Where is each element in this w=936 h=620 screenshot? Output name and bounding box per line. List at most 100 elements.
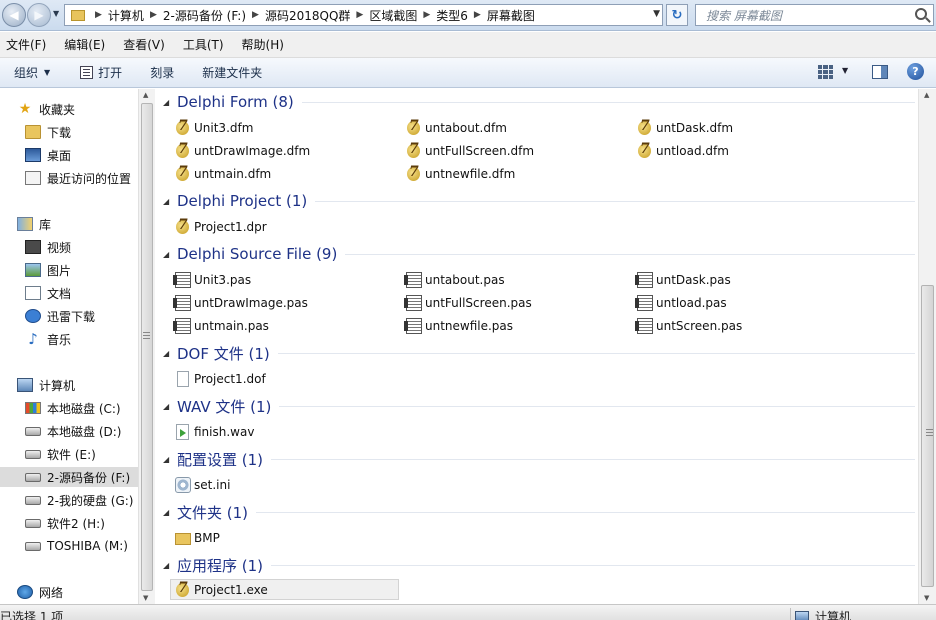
sidebar-item-drive-d[interactable]: 本地磁盘 (D:)	[0, 421, 138, 441]
search-input[interactable]: 搜索 屏幕截图	[695, 4, 934, 26]
file-item[interactable]: untDask.dfm	[633, 117, 733, 138]
file-item[interactable]: untnewfile.pas	[402, 315, 513, 336]
breadcrumb-item[interactable]: 2-源码备份 (F:)	[163, 7, 246, 24]
scrollbar-thumb[interactable]	[921, 285, 934, 587]
change-view-icon[interactable]	[818, 65, 833, 79]
sidebar-item-music[interactable]: ♪ 音乐	[0, 329, 138, 349]
breadcrumb-item[interactable]: 类型6	[436, 7, 468, 24]
open-button[interactable]: 打开	[80, 64, 122, 81]
breadcrumb-item[interactable]: 屏幕截图	[487, 7, 535, 24]
sidebar-item-downloads[interactable]: 下载	[0, 122, 138, 142]
sidebar-favorites[interactable]: ★ 收藏夹	[0, 99, 138, 119]
sidebar-item-pictures[interactable]: 图片	[0, 260, 138, 280]
file-list-scrollbar[interactable]: ▲ ▼	[918, 89, 936, 604]
chevron-right-icon[interactable]: ▶	[474, 10, 481, 20]
address-dropdown-icon[interactable]: ▼	[653, 9, 660, 19]
file-item[interactable]: Project1.dof	[171, 368, 266, 389]
file-item[interactable]: untmain.pas	[171, 315, 269, 336]
group-header[interactable]: ◢ 配置设置 (1)	[155, 447, 915, 471]
sidebar-item-drive-h[interactable]: 软件2 (H:)	[0, 513, 138, 533]
sidebar-item-drive-f[interactable]: 2-源码备份 (F:)	[0, 467, 138, 487]
chevron-right-icon[interactable]: ▶	[150, 10, 157, 20]
scroll-down-icon[interactable]: ▼	[143, 594, 148, 602]
group-header[interactable]: ◢ Delphi Form (8)	[155, 90, 915, 114]
breadcrumb-item[interactable]: 区域截图	[369, 7, 417, 24]
chevron-right-icon[interactable]: ▶	[252, 10, 259, 20]
scroll-up-icon[interactable]: ▲	[924, 91, 929, 99]
file-item[interactable]: finish.wav	[171, 421, 254, 442]
sidebar-item-drive-c[interactable]: 本地磁盘 (C:)	[0, 398, 138, 418]
address-bar[interactable]: ▶ 计算机 ▶ 2-源码备份 (F:) ▶ 源码2018QQ群 ▶ 区域截图 ▶ 类型6…	[64, 4, 663, 26]
collapse-icon[interactable]: ◢	[163, 98, 171, 107]
forward-button[interactable]: ▶	[27, 3, 51, 27]
group-header[interactable]: ◢ 文件夹 (1)	[155, 500, 915, 524]
scroll-up-icon[interactable]: ▲	[143, 91, 148, 99]
file-item[interactable]: untload.dfm	[633, 140, 729, 161]
group-header[interactable]: ◢ Delphi Project (1)	[155, 189, 915, 213]
file-item[interactable]: BMP	[171, 527, 220, 548]
menu-edit[interactable]: 编辑(E)	[64, 36, 105, 53]
menu-file[interactable]: 文件(F)	[6, 36, 46, 53]
collapse-icon[interactable]: ◢	[163, 508, 171, 517]
view-options-dropdown-icon[interactable]: ▼	[842, 66, 848, 75]
file-item[interactable]: Unit3.dfm	[171, 117, 253, 138]
group-header[interactable]: ◢ Delphi Source File (9)	[155, 242, 915, 266]
refresh-button[interactable]: ↻	[666, 4, 688, 26]
new-folder-button[interactable]: 新建文件夹	[202, 64, 262, 81]
file-item[interactable]: untnewfile.dfm	[402, 163, 515, 184]
file-item[interactable]: Project1.dpr	[171, 216, 267, 237]
collapse-icon[interactable]: ◢	[163, 455, 171, 464]
file-item[interactable]: untabout.pas	[402, 269, 505, 290]
group-header[interactable]: ◢ WAV 文件 (1)	[155, 394, 915, 418]
scrollbar-thumb[interactable]	[141, 103, 153, 591]
sidebar-item-documents[interactable]: 文档	[0, 283, 138, 303]
sidebar-item-drive-e[interactable]: 软件 (E:)	[0, 444, 138, 464]
sidebar-network[interactable]: 网络	[0, 582, 138, 602]
file-item[interactable]: Unit3.pas	[171, 269, 251, 290]
collapse-icon[interactable]: ◢	[163, 197, 171, 206]
group-header[interactable]: ◢ DOF 文件 (1)	[155, 341, 915, 365]
sidebar-computer[interactable]: 计算机	[0, 375, 138, 395]
sidebar-item-drive-m[interactable]: TOSHIBA (M:)	[0, 536, 138, 556]
file-item[interactable]: untabout.dfm	[402, 117, 507, 138]
collapse-icon[interactable]: ◢	[163, 402, 171, 411]
sidebar-item-drive-g[interactable]: 2-我的硬盘 (G:)	[0, 490, 138, 510]
back-button[interactable]: ◀	[2, 3, 26, 27]
file-item[interactable]: untDrawImage.pas	[171, 292, 308, 313]
file-item[interactable]: untmain.dfm	[171, 163, 271, 184]
help-icon[interactable]: ?	[907, 63, 924, 80]
sidebar-item-thunder-downloads[interactable]: 迅雷下载	[0, 306, 138, 326]
burn-button[interactable]: 刻录	[150, 64, 174, 81]
search-icon[interactable]	[915, 8, 927, 20]
menu-help[interactable]: 帮助(H)	[242, 36, 284, 53]
organize-button[interactable]: 组织 ▼	[14, 64, 50, 81]
sidebar-scrollbar[interactable]: ▲ ▼	[138, 89, 155, 604]
breadcrumb-item[interactable]: 计算机	[108, 7, 144, 24]
sidebar-libraries[interactable]: 库	[0, 214, 138, 234]
file-item[interactable]: set.ini	[171, 474, 230, 495]
sidebar-item-desktop[interactable]: 桌面	[0, 145, 138, 165]
group-header[interactable]: ◢ 应用程序 (1)	[155, 553, 915, 577]
preview-pane-icon[interactable]	[872, 65, 888, 79]
sidebar-item-recent-places[interactable]: 最近访问的位置	[0, 168, 138, 188]
collapse-icon[interactable]: ◢	[163, 349, 171, 358]
collapse-icon[interactable]: ◢	[163, 561, 171, 570]
file-item[interactable]: untFullScreen.pas	[402, 292, 532, 313]
scroll-down-icon[interactable]: ▼	[924, 594, 929, 602]
file-item[interactable]: untFullScreen.dfm	[402, 140, 534, 161]
file-item[interactable]: untDask.pas	[633, 269, 731, 290]
file-item[interactable]: untDrawImage.dfm	[171, 140, 310, 161]
sidebar-item-label: 库	[39, 217, 52, 232]
recent-pages-dropdown[interactable]: ▼	[53, 9, 59, 18]
collapse-icon[interactable]: ◢	[163, 250, 171, 259]
file-item-selected[interactable]: Project1.exe	[170, 579, 399, 600]
sidebar-item-videos[interactable]: 视频	[0, 237, 138, 257]
chevron-right-icon[interactable]: ▶	[356, 10, 363, 20]
chevron-right-icon[interactable]: ▶	[423, 10, 430, 20]
menu-tools[interactable]: 工具(T)	[183, 36, 224, 53]
file-item[interactable]: untScreen.pas	[633, 315, 742, 336]
menu-view[interactable]: 查看(V)	[123, 36, 165, 53]
breadcrumb-item[interactable]: 源码2018QQ群	[265, 7, 350, 24]
delphi-icon	[175, 580, 191, 598]
file-item[interactable]: untload.pas	[633, 292, 727, 313]
